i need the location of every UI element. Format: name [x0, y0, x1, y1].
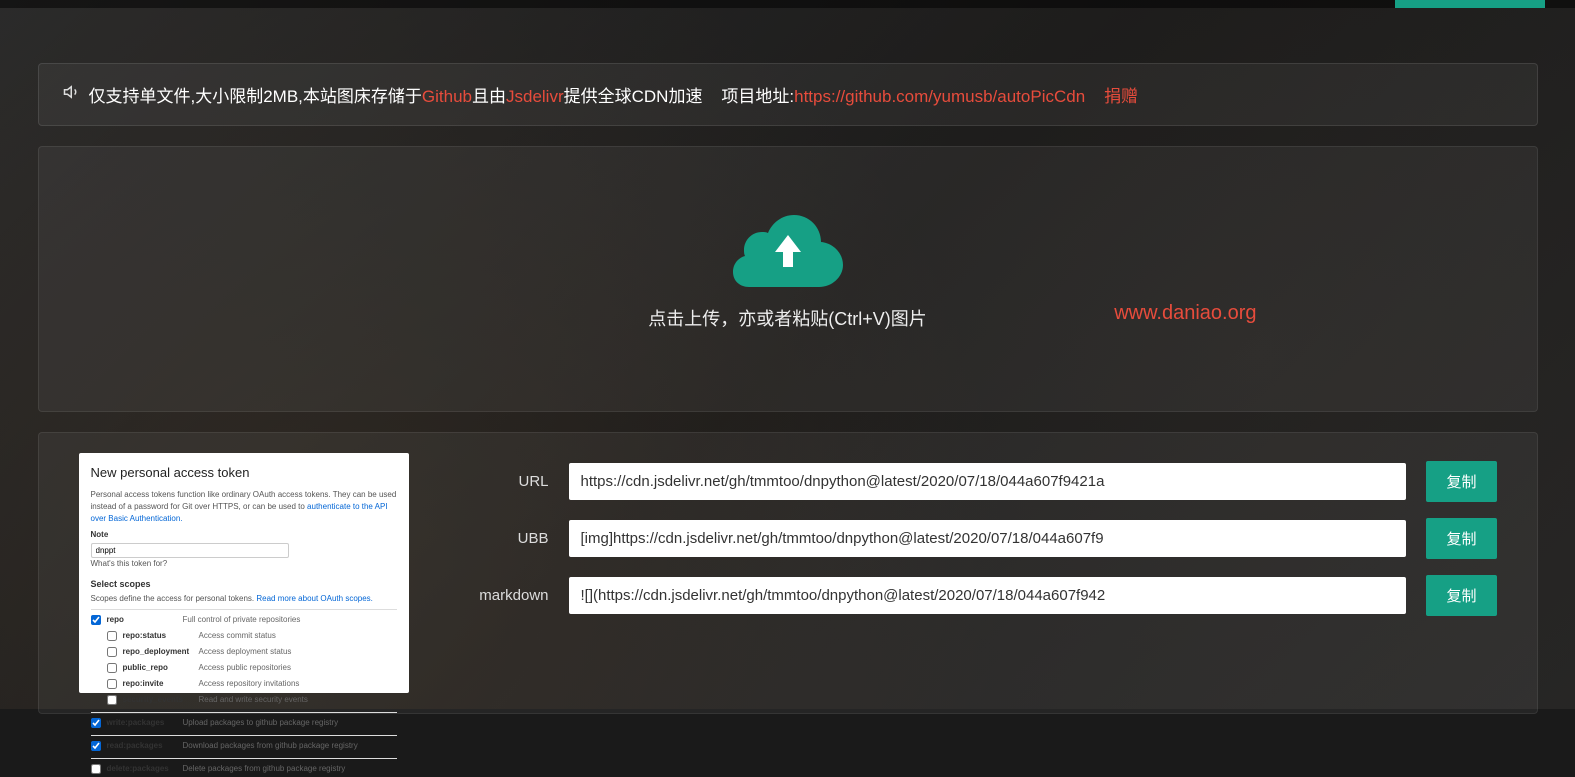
scope-description: Access commit status — [199, 630, 397, 642]
scope-row: delete:packages Delete packages from gith… — [91, 758, 397, 777]
upload-dropzone[interactable]: 点击上传，亦或者粘贴(Ctrl+V)图片 — [69, 177, 1507, 381]
scope-name: public_repo — [123, 662, 193, 674]
copy-button-markdown[interactable]: 复制 — [1426, 575, 1496, 616]
upload-prompt: 点击上传，亦或者粘贴(Ctrl+V)图片 — [69, 305, 1507, 331]
scope-name: security_events — [123, 694, 193, 706]
scope-name: write:packages — [107, 717, 177, 729]
output-row-ubb: UBB 复制 — [439, 518, 1497, 559]
github-link[interactable]: Github — [422, 87, 472, 106]
cloud-upload-icon — [733, 207, 843, 287]
notice-bar: 仅支持单文件,大小限制2MB,本站图床存储于Github且由Jsdelivr提供… — [38, 63, 1538, 126]
scope-row: public_repo Access public repositories — [91, 660, 397, 676]
scope-name: read:packages — [107, 740, 177, 752]
scope-description: Access repository invitations — [199, 678, 397, 690]
scope-name: delete:packages — [107, 763, 177, 775]
output-row-url: URL 复制 — [439, 461, 1497, 502]
token-title: New personal access token — [91, 463, 397, 483]
scope-checkbox — [91, 615, 101, 625]
copy-button-url[interactable]: 复制 — [1426, 461, 1496, 502]
scope-checkbox — [107, 631, 117, 641]
output-rows: URL 复制 UBB 复制 markdown 复制 — [439, 453, 1497, 693]
markdown-input[interactable] — [569, 577, 1407, 614]
ubb-label: UBB — [439, 530, 549, 547]
scope-checkbox — [107, 679, 117, 689]
jsdelivr-link[interactable]: Jsdelivr — [506, 87, 564, 106]
scope-description: Download packages from github package re… — [183, 740, 397, 752]
ubb-input[interactable] — [569, 520, 1407, 557]
scope-row: security_events Read and write security e… — [91, 692, 397, 708]
top-bar — [0, 0, 1575, 8]
token-note-input — [91, 543, 290, 558]
scope-description: Access deployment status — [199, 646, 397, 658]
scope-row: repo_deployment Access deployment status — [91, 644, 397, 660]
project-url-link[interactable]: https://github.com/yumusb/autoPicCdn — [794, 87, 1085, 106]
speaker-icon — [63, 83, 81, 106]
scope-description: Delete packages from github package regi… — [183, 763, 397, 775]
scope-checkbox — [91, 741, 101, 751]
scope-description: Read and write security events — [199, 694, 397, 706]
scope-row: read:packages Download packages from gith… — [91, 735, 397, 754]
scope-description: Full control of private repositories — [183, 614, 397, 626]
watermark-text: www.daniao.org — [1114, 302, 1256, 325]
copy-button-ubb[interactable]: 复制 — [1426, 518, 1496, 559]
notice-text: 仅支持单文件,大小限制2MB,本站图床存储于 — [89, 87, 422, 106]
scope-description: Upload packages to github package regist… — [183, 717, 397, 729]
url-label: URL — [439, 473, 549, 490]
scope-checkbox — [91, 764, 101, 774]
scope-checkbox — [91, 718, 101, 728]
scope-description: Access public repositories — [199, 662, 397, 674]
scope-name: repo:invite — [123, 678, 193, 690]
markdown-label: markdown — [439, 587, 549, 604]
scope-row: repo:status Access commit status — [91, 628, 397, 644]
output-row-markdown: markdown 复制 — [439, 575, 1497, 616]
scope-checkbox — [107, 647, 117, 657]
scope-name: repo:status — [123, 630, 193, 642]
scope-checkbox — [107, 663, 117, 673]
results-panel: New personal access token Personal acces… — [38, 432, 1538, 714]
scope-name: repo — [107, 614, 177, 626]
github-token-screenshot: New personal access token Personal acces… — [79, 453, 409, 693]
scope-row: repo:invite Access repository invitations — [91, 676, 397, 692]
url-input[interactable] — [569, 463, 1407, 500]
upload-panel: 点击上传，亦或者粘贴(Ctrl+V)图片 www.daniao.org — [38, 146, 1538, 412]
scope-name: repo_deployment — [123, 646, 193, 658]
donate-link[interactable]: 捐赠 — [1104, 87, 1138, 106]
scope-checkbox — [107, 695, 117, 705]
scope-row: repo Full control of private repositories — [91, 609, 397, 628]
active-tab-indicator — [1395, 0, 1545, 8]
scope-row: write:packages Upload packages to github … — [91, 712, 397, 731]
